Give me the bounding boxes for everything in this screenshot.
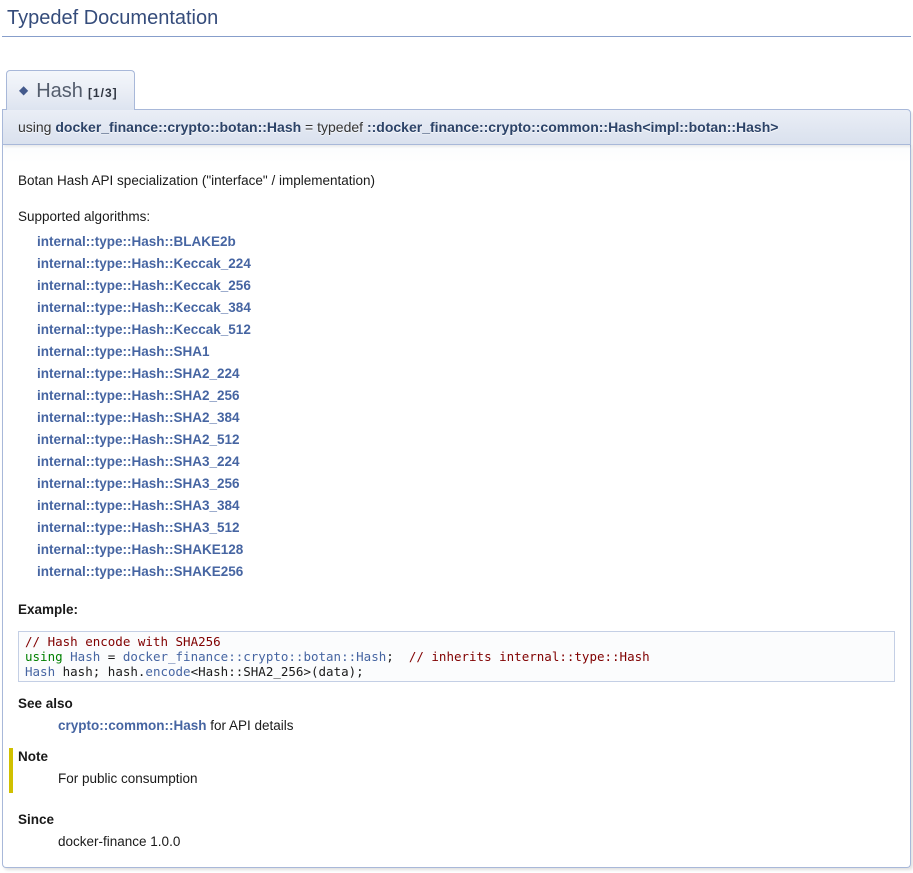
see-also-label: See also (18, 695, 895, 712)
algorithm-link[interactable]: internal::type::Hash::Keccak_512 (37, 319, 251, 341)
algorithm-link-list: internal::type::Hash::BLAKE2b internal::… (37, 231, 895, 583)
algorithm-link[interactable]: internal::type::Hash::SHA2_512 (37, 429, 240, 451)
code-example-block: // Hash encode with SHA256 using Hash = … (18, 631, 895, 682)
section-title: Typedef Documentation (2, 5, 911, 37)
note-section: Note For public consumption (9, 748, 895, 793)
algorithm-link[interactable]: internal::type::Hash::SHA2_224 (37, 363, 240, 385)
see-also-section: See also crypto::common::Hash for API de… (18, 695, 895, 734)
proto-target-type-link[interactable]: ::docker_finance::crypto::common::Hash<i… (367, 119, 778, 135)
member-documentation: Botan Hash API specialization ("interfac… (2, 145, 911, 868)
algorithm-link[interactable]: internal::type::Hash::SHAKE128 (37, 539, 243, 561)
proto-using-keyword: using (18, 119, 55, 135)
permalink-anchor-icon[interactable]: ◆ (19, 83, 28, 97)
supported-algorithms-label: Supported algorithms: (18, 208, 895, 225)
algorithm-link[interactable]: internal::type::Hash::SHA3_224 (37, 451, 240, 473)
code-link-encode-method[interactable]: encode (145, 664, 190, 679)
see-also-suffix: for API details (207, 718, 294, 733)
algorithm-link[interactable]: internal::type::Hash::BLAKE2b (37, 231, 236, 253)
algorithm-link[interactable]: internal::type::Hash::SHA2_256 (37, 385, 240, 407)
code-line: // Hash encode with SHA256 (25, 634, 888, 649)
proto-equals-typedef: = typedef (301, 119, 367, 135)
member-name: Hash (36, 80, 83, 102)
proto-typedef-name: docker_finance::crypto::botan::Hash (55, 119, 301, 135)
overload-badge: [1/3] (88, 86, 118, 100)
since-section: Since docker-finance 1.0.0 (18, 811, 895, 850)
since-text: docker-finance 1.0.0 (58, 833, 895, 850)
member-title-tab: ◆ Hash [1/3] (6, 70, 135, 110)
code-link-botan-hash[interactable]: docker_finance::crypto::botan::Hash (123, 649, 386, 664)
algorithm-link[interactable]: internal::type::Hash::Keccak_384 (37, 297, 251, 319)
code-comment: // Hash encode with SHA256 (25, 634, 221, 649)
typedef-documentation-section: Typedef Documentation ◆ Hash [1/3] using d… (0, 5, 913, 868)
code-text: ; (386, 649, 409, 664)
note-label: Note (18, 748, 895, 765)
code-text: <Hash::SHA2_256>(data); (191, 664, 364, 679)
see-also-link[interactable]: crypto::common::Hash (58, 718, 207, 733)
code-keyword: using (25, 649, 70, 664)
algorithm-link[interactable]: internal::type::Hash::SHA2_384 (37, 407, 240, 429)
algorithm-link[interactable]: internal::type::Hash::SHA1 (37, 341, 210, 363)
since-label: Since (18, 811, 895, 828)
algorithm-link[interactable]: internal::type::Hash::SHA3_256 (37, 473, 240, 495)
member-prototype: using docker_finance::crypto::botan::Has… (2, 109, 911, 145)
algorithm-link[interactable]: internal::type::Hash::Keccak_224 (37, 253, 251, 275)
algorithm-link[interactable]: internal::type::Hash::SHAKE256 (37, 561, 243, 583)
code-line: using Hash = docker_finance::crypto::bot… (25, 649, 888, 664)
note-text: For public consumption (58, 770, 895, 787)
algorithm-link[interactable]: internal::type::Hash::SHA3_384 (37, 495, 240, 517)
member-item-hash: ◆Hash[1/3] using docker_finance::crypto:… (2, 70, 911, 868)
code-link-hash-type[interactable]: Hash (25, 664, 55, 679)
algorithm-link[interactable]: internal::type::Hash::SHA3_512 (37, 517, 240, 539)
code-link-hash-type[interactable]: Hash (70, 649, 100, 664)
code-comment: // inherits internal::type::Hash (409, 649, 650, 664)
example-label: Example: (18, 601, 895, 618)
code-text: = (100, 649, 123, 664)
algorithm-link[interactable]: internal::type::Hash::Keccak_256 (37, 275, 251, 297)
member-description: Botan Hash API specialization ("interfac… (18, 172, 895, 189)
see-also-content: crypto::common::Hash for API details (58, 717, 895, 734)
code-line: Hash hash; hash.encode<Hash::SHA2_256>(d… (25, 664, 888, 679)
code-text: hash; hash. (55, 664, 145, 679)
